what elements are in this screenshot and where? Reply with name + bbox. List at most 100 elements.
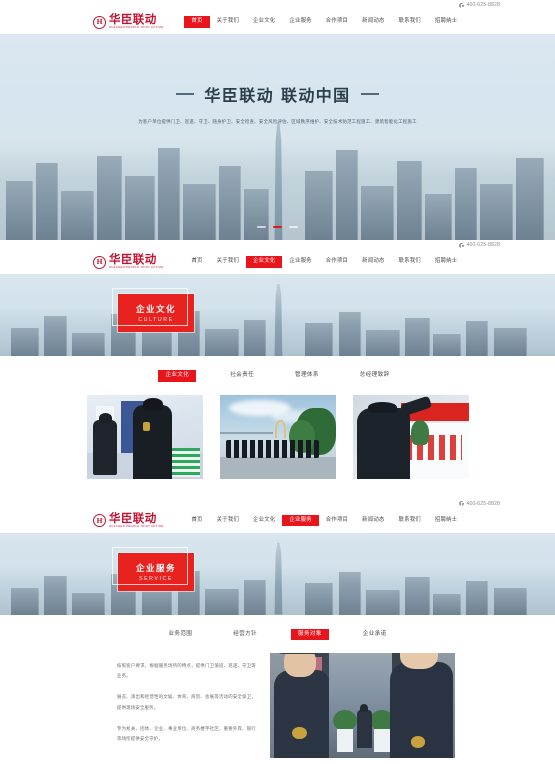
tab-culture[interactable]: 企业文化 [158,370,197,382]
nav-item-about[interactable]: 关于我们 [210,256,246,267]
hero-banner: 华臣联动 联动中国 为客户单位提供门卫、巡逻、守卫、随身护卫、安全检查、安全风险… [0,34,555,240]
service-tabbar: 业务范围 经营方针 服务对象 企业承诺 [0,614,555,654]
nav-item-news[interactable]: 新闻动态 [355,256,391,267]
site-logo-home[interactable]: H 华臣联动 HUACHEN PEOPLE JOINT ACTION [93,12,164,30]
logo-mark-icon: H [93,255,106,269]
nav-item-home[interactable]: 首页 [184,256,209,267]
phone-icon [459,501,466,507]
hero-content: 华臣联动 联动中国 为客户单位提供门卫、巡逻、守卫、随身护卫、安全检查、安全风险… [0,82,555,126]
tab-service-targets[interactable]: 服务对象 [291,628,329,641]
hotline-number: 400-625-8828 [466,2,500,8]
hero-title-text: 华臣联动 联动中国 [204,86,351,105]
logo-text: 华臣联动 HUACHEN PEOPLE JOINT ACTION [109,12,164,30]
hotline-culture: 400-625-8828 [459,242,500,249]
nav-item-projects[interactable]: 合作项目 [319,515,355,526]
gallery-photo-3[interactable] [352,394,469,479]
service-banner-overlay [0,532,555,615]
nav-item-about[interactable]: 关于我们 [210,515,246,526]
logo-text: 华臣联动 HUACHEN PEOPLE JOINT ACTION [109,252,164,270]
nav-item-home[interactable]: 首页 [184,515,209,526]
service-paragraph-1: 按照客户要求，根据服务场所的特点，提供门卫值班、巡逻、守卫等业务。 [117,663,256,679]
nav-item-projects[interactable]: 合作项目 [319,256,355,267]
service-paragraph-3: 专为机关、团体、企业、事业单位、商务楼宇社区、重要外宾、银行等场所提供安全守护。 [117,725,256,741]
tab-ceo-message[interactable]: 总经理致辞 [353,370,397,382]
hero-rule-right-icon [360,93,379,95]
hero-dot-3[interactable] [288,226,298,228]
tab-company-promise[interactable]: 企业承诺 [356,629,394,641]
logo-mark-icon: H [93,15,106,29]
nav-item-culture[interactable]: 企业文化 [246,515,282,526]
service-content: 按照客户要求，根据服务场所的特点，提供门卫值班、巡逻、守卫等业务。 展览、演出和… [0,653,555,764]
nav-item-culture[interactable]: 企业文化 [246,16,282,27]
logo-mark-icon: H [93,514,106,528]
phone-icon [459,242,466,249]
culture-banner-title-en: CULTURE [138,317,174,323]
culture-banner-title-cn: 企业文化 [135,305,176,315]
nav-item-news[interactable]: 新闻动态 [355,16,391,27]
nav-item-home[interactable]: 首页 [184,16,210,28]
nav-item-projects[interactable]: 合作项目 [319,16,355,27]
culture-banner: 企业文化 CULTURE [0,274,555,356]
nav-item-contact[interactable]: 联系我们 [392,515,428,526]
logo-name-cn: 华臣联动 [109,510,157,525]
nav-item-service[interactable]: 企业服务 [282,514,319,527]
nav-item-contact[interactable]: 联系我们 [392,16,428,27]
logo-name-en: HUACHEN PEOPLE JOINT ACTION [109,26,164,30]
hero-dot-1[interactable] [257,226,267,228]
tab-management-system[interactable]: 管理体系 [288,370,326,382]
hero-slider-dots[interactable] [0,220,555,231]
hero-subtitle: 为客户单位提供门卫、巡逻、守卫、随身护卫、安全检查、安全风险评估、区域秩序维护、… [138,119,417,124]
tab-social-responsibility[interactable]: 社会责任 [223,370,261,382]
hotline-number: 400-625-8828 [466,500,500,507]
logo-name-en: HUACHEN PEOPLE JOINT ACTION [109,524,164,528]
main-nav-home: 首页 关于我们 企业文化 企业服务 合作项目 新闻动态 联系我们 招聘纳士 [184,16,464,28]
culture-tabbar: 企业文化 社会责任 管理体系 总经理致辞 [0,356,555,395]
culture-banner-title-box: 企业文化 CULTURE [112,288,194,332]
service-banner-title-en: SERVICE [139,575,173,582]
gallery-photo-2[interactable] [219,394,336,479]
site-header-home: H 华臣联动 HUACHEN PEOPLE JOINT ACTION 首页 关于… [0,10,555,34]
nav-item-about[interactable]: 关于我们 [210,16,246,27]
hero-dot-2[interactable] [273,226,282,228]
service-text-column: 按照客户要求，根据服务场所的特点，提供门卫值班、巡逻、守卫等业务。 展览、演出和… [100,653,270,758]
service-banner: 企业服务 SERVICE [0,532,555,615]
logo-text: 华臣联动 HUACHEN PEOPLE JOINT ACTION [109,510,164,529]
service-photo[interactable] [270,653,455,759]
hotline-number: 400-625-8828 [466,242,500,248]
hero-title: 华臣联动 联动中国 [176,82,379,106]
logo-name-cn: 华臣联动 [109,12,157,27]
webpage-root: 400-625-8828 H 华臣联动 HUACHEN PEOPLE JOINT… [0,0,555,764]
site-header-culture: H 华臣联动 HUACHEN PEOPLE JOINT ACTION 首页 关于… [0,250,555,274]
tab-business-scope[interactable]: 业务范围 [161,629,199,641]
nav-item-culture[interactable]: 企业文化 [246,256,283,268]
culture-gallery [0,394,555,499]
phone-icon [459,2,466,9]
tab-management-policy[interactable]: 经营方针 [226,629,264,641]
culture-banner-overlay [0,274,555,356]
nav-item-service[interactable]: 企业服务 [282,256,318,267]
nav-item-news[interactable]: 新闻动态 [355,515,391,526]
nav-item-careers[interactable]: 招聘纳士 [428,515,464,526]
nav-item-careers[interactable]: 招聘纳士 [428,256,464,267]
site-header-service: H 华臣联动 HUACHEN PEOPLE JOINT ACTION 首页 关于… [0,508,555,533]
hotline-home: 400-625-8828 [459,2,500,9]
nav-item-contact[interactable]: 联系我们 [392,256,428,267]
logo-name-en: HUACHEN PEOPLE JOINT ACTION [109,266,164,270]
logo-name-cn: 华臣联动 [109,252,157,267]
main-nav-service: 首页 关于我们 企业文化 企业服务 合作项目 新闻动态 联系我们 招聘纳士 [184,514,464,527]
hero-overlay [0,34,555,240]
hotline-service: 400-625-8828 [459,501,500,507]
gallery-photo-1[interactable] [86,394,203,479]
hero-rule-left-icon [176,93,195,95]
topbar-service: 400-625-8828 [0,498,555,509]
main-nav-culture: 首页 关于我们 企业文化 企业服务 合作项目 新闻动态 联系我们 招聘纳士 [184,256,464,268]
service-banner-title-box: 企业服务 SERVICE [112,546,194,591]
topbar-home: 400-625-8828 [0,0,555,10]
service-banner-title-cn: 企业服务 [135,563,176,574]
nav-item-service[interactable]: 企业服务 [282,16,318,27]
site-logo-culture[interactable]: H 华臣联动 HUACHEN PEOPLE JOINT ACTION [93,252,164,270]
site-logo-service[interactable]: H 华臣联动 HUACHEN PEOPLE JOINT ACTION [93,510,164,529]
nav-item-careers[interactable]: 招聘纳士 [428,16,464,27]
service-paragraph-2: 展览、演出和经营性的文娱、体育、商贸、会展等活动的安全保卫，提供现场安全服务。 [117,694,256,710]
topbar-culture: 400-625-8828 [0,240,555,250]
